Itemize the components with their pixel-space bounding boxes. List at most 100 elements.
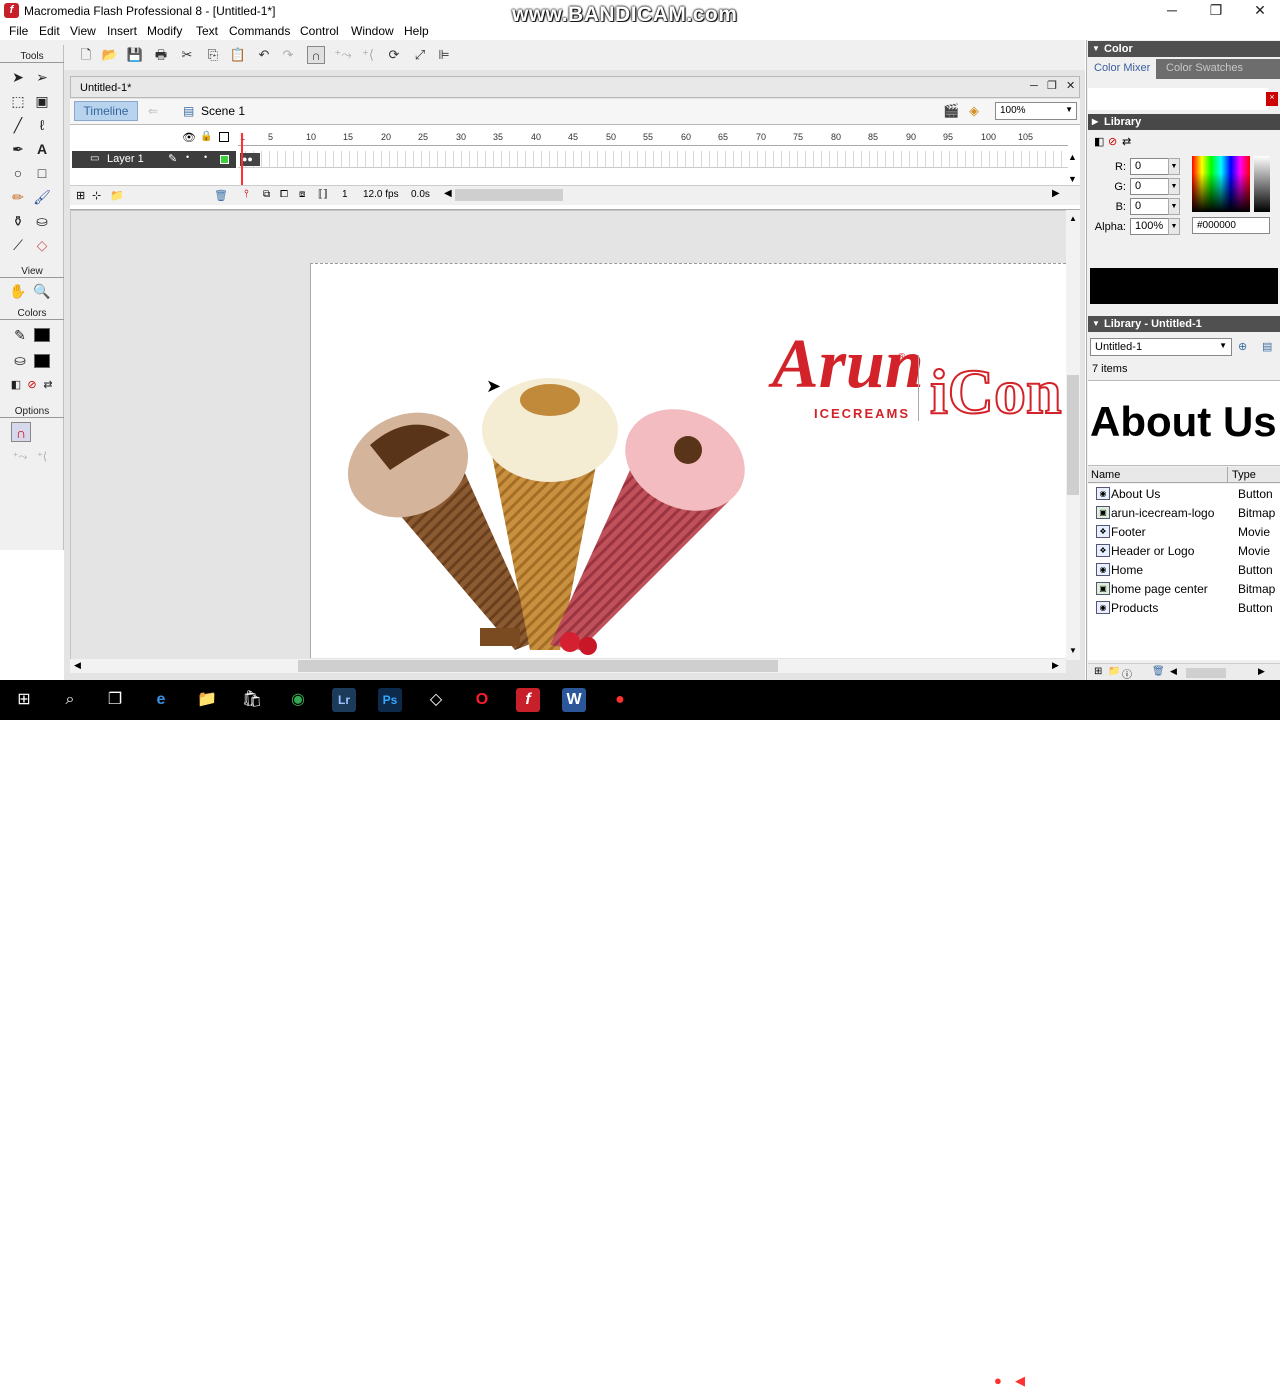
straighten-option-icon[interactable]: ⁺⟨ [32, 447, 52, 467]
modify-markers-icon[interactable]: ⟦⟧ [318, 189, 328, 200]
edit-symbols-icon[interactable]: ◈ [969, 103, 979, 119]
snap-magnet-icon[interactable]: ∩ [307, 46, 325, 64]
g-dropdown-icon[interactable]: ▼ [1168, 178, 1180, 195]
swap-colors-icon[interactable]: ⇄ [38, 375, 58, 395]
b-input[interactable]: 0 [1130, 198, 1170, 215]
eraser-tool-icon[interactable]: ◇ [32, 235, 52, 255]
layer-row[interactable]: ▭ Layer 1 ✎ • • [72, 151, 236, 168]
maximize-button[interactable]: ❐ [1194, 0, 1238, 22]
timeline-hscroll-thumb[interactable] [455, 189, 563, 201]
color-panel-header[interactable]: Color [1088, 41, 1280, 57]
menu-insert[interactable]: Insert [107, 24, 137, 38]
new-folder-icon[interactable]: 📁 [1108, 666, 1120, 677]
flash-taskbar-icon[interactable]: f [516, 688, 540, 712]
swap-swatch-icon[interactable]: ⇄ [1122, 135, 1131, 148]
timeline-scroll-down-icon[interactable]: ▼ [1068, 174, 1077, 184]
lasso-tool-icon[interactable]: ℓ [32, 115, 52, 135]
paint-bucket-tool-icon[interactable]: ⛀ [32, 211, 52, 231]
keyframe-icon[interactable]: ●● [240, 153, 260, 166]
frame-row[interactable]: ●● [238, 151, 1068, 168]
b-dropdown-icon[interactable]: ▼ [1168, 198, 1180, 215]
smooth-option-icon[interactable]: ⁺⤳ [10, 447, 30, 467]
oval-tool-icon[interactable]: ○ [8, 163, 28, 183]
undo-icon[interactable]: ↶ [255, 46, 273, 64]
delete-layer-icon[interactable]: 🗑 [214, 189, 228, 202]
center-frame-icon[interactable]: ⫯ [244, 188, 249, 201]
fill-swatch-icon[interactable]: ⊘ [1108, 135, 1117, 148]
vertical-scroll-thumb[interactable] [1067, 375, 1079, 495]
straighten-icon[interactable]: ⁺⟨ [359, 46, 377, 64]
rotate-icon[interactable]: ⟳ [385, 46, 403, 64]
visible-dot-icon[interactable]: • [186, 152, 189, 162]
windows-start-icon[interactable]: ⊞ [12, 688, 36, 712]
lock-dot-icon[interactable]: • [204, 152, 207, 162]
list-item[interactable]: ❖ Footer Movie [1088, 522, 1280, 541]
task-view-icon[interactable]: ❐ [103, 688, 127, 712]
selection-tool-icon[interactable]: ➤ [8, 67, 28, 87]
new-file-icon[interactable]: 🗋 [77, 46, 95, 64]
snap-to-objects-icon[interactable]: ∩ [11, 422, 31, 442]
zoom-select[interactable]: 100% ▼ [995, 102, 1077, 120]
align-icon[interactable]: ⊫ [435, 46, 453, 64]
record-tray-icon[interactable]: ● [994, 1373, 1002, 1388]
add-guide-icon[interactable]: ⊹ [92, 189, 101, 202]
corel-icon[interactable]: ◇ [424, 688, 448, 712]
chrome-icon[interactable]: ◉ [286, 688, 310, 712]
language-ime-icon[interactable]: ⌨ [1152, 1373, 1171, 1389]
list-item[interactable]: ◉ Products Button [1088, 598, 1280, 617]
show-hide-eye-icon[interactable]: 👁 [182, 131, 196, 144]
store-icon[interactable]: 🛍 [240, 688, 264, 712]
delete-icon[interactable]: 🗑 [1152, 666, 1165, 677]
bandicam-tray-icon[interactable]: ◀ [1015, 1373, 1025, 1389]
menu-commands[interactable]: Commands [229, 24, 290, 38]
column-type[interactable]: Type [1232, 469, 1256, 481]
list-item[interactable]: ❖ Header or Logo Movie [1088, 541, 1280, 560]
menu-help[interactable]: Help [404, 24, 429, 38]
alpha-input[interactable]: 100% [1130, 218, 1170, 235]
edit-multiple-frames-icon[interactable]: ⧈ [299, 189, 305, 200]
menu-edit[interactable]: Edit [39, 24, 60, 38]
subselection-tool-icon[interactable]: ➢ [32, 67, 52, 87]
fill-color-swatch[interactable] [34, 354, 50, 368]
open-folder-icon[interactable]: 📂 [101, 46, 119, 64]
search-icon[interactable]: ⌕ [58, 688, 82, 712]
column-name[interactable]: Name [1091, 469, 1120, 481]
panel-close-icon[interactable]: × [1266, 92, 1278, 106]
language-indicator[interactable]: ENG [1175, 1374, 1199, 1386]
scroll-right-icon[interactable]: ▶ [1052, 188, 1060, 199]
list-item[interactable]: ◉ About Us Button [1088, 484, 1280, 503]
back-arrow-icon[interactable]: ⇐ [148, 104, 158, 118]
battery-icon[interactable]: ▭ [1085, 1373, 1097, 1389]
r-input[interactable]: 0 [1130, 158, 1170, 175]
clock[interactable]: 12:17 17-03-2019 [1210, 1366, 1272, 1394]
fill-color-icon[interactable]: ⛀ [10, 350, 30, 370]
doc-close-icon[interactable]: ✕ [1066, 80, 1075, 92]
ink-bottle-tool-icon[interactable]: ⚱ [8, 211, 28, 231]
pencil-tool-icon[interactable]: ✏ [8, 187, 28, 207]
menu-window[interactable]: Window [351, 24, 394, 38]
eyedropper-tool-icon[interactable]: ⟋ [8, 235, 28, 255]
doc-restore-icon[interactable]: ❐ [1047, 80, 1057, 92]
scroll-left-icon[interactable]: ◀ [74, 660, 81, 671]
menu-control[interactable]: Control [300, 24, 339, 38]
stage-horizontal-scrollbar[interactable]: ◀ ▶ [70, 659, 1066, 673]
scroll-up-icon[interactable]: ▲ [1069, 214, 1077, 223]
zoom-tool-icon[interactable]: 🔍 [32, 281, 52, 301]
library-document-select[interactable]: Untitled-1 ▼ [1090, 338, 1232, 356]
icecream-cones-image[interactable] [330, 370, 760, 658]
stroke-color-swatch[interactable] [34, 328, 50, 342]
rectangle-tool-icon[interactable]: □ [32, 163, 52, 183]
doc-minimize-icon[interactable]: ─ [1030, 80, 1038, 92]
file-explorer-icon[interactable]: 📁 [195, 688, 219, 712]
edge-browser-icon[interactable]: e [149, 688, 173, 712]
menu-view[interactable]: View [70, 24, 96, 38]
outline-icon[interactable] [219, 132, 229, 142]
word-icon[interactable]: W [562, 688, 586, 712]
tray-app-icon[interactable]: ◈ [1039, 1373, 1049, 1389]
add-folder-icon[interactable]: 📁 [110, 189, 124, 202]
g-input[interactable]: 0 [1130, 178, 1170, 195]
tray-app2-icon[interactable]: ◉ [1061, 1373, 1072, 1389]
minimize-button[interactable]: ─ [1150, 0, 1194, 22]
r-dropdown-icon[interactable]: ▼ [1168, 158, 1180, 175]
pin-library-icon[interactable]: ⊕ [1238, 340, 1247, 353]
